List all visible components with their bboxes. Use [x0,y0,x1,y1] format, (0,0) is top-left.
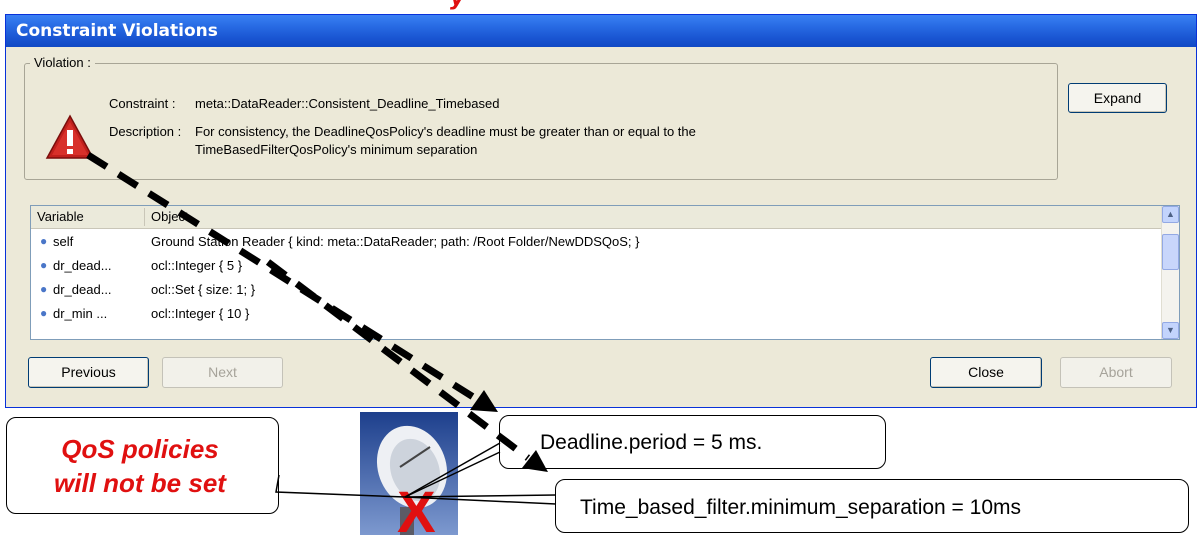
bullet-icon: ● [40,234,48,248]
row-object: ocl::Integer { 10 } [151,306,250,321]
description-line-2: TimeBasedFilterQosPolicy's minimum separ… [195,142,478,157]
warning-icon [45,114,95,159]
constraint-value: meta::DataReader::Consistent_Deadline_Ti… [195,96,500,111]
row-object: Ground Station Reader { kind: meta::Data… [151,234,640,249]
list-row[interactable]: ● self Ground Station Reader { kind: met… [31,230,1162,254]
violation-group [24,63,1058,180]
qos-callout-line-1: QoS policies [61,434,219,464]
row-object: ocl::Set { size: 1; } [151,282,256,297]
abort-button[interactable]: Abort [1060,357,1172,388]
variable-list[interactable]: Variable Object ● self Ground Station Re… [30,205,1180,340]
description-label: Description : [109,124,182,139]
top-cut-text: y [450,0,464,11]
list-row[interactable]: ● dr_min ... ocl::Integer { 10 } [31,302,1162,326]
row-variable: self [53,234,74,249]
description-line-1: For consistency, the DeadlineQosPolicy's… [195,124,696,139]
row-variable: dr_dead... [53,282,112,297]
scroll-down-icon[interactable]: ▼ [1162,322,1179,339]
dialog-title[interactable]: Constraint Violations [6,15,1196,47]
qos-callout-text: QoS policies will not be set [5,432,275,500]
constraint-label: Constraint : [109,96,176,111]
bullet-icon: ● [40,282,48,296]
list-row[interactable]: ● dr_dead... ocl::Integer { 5 } [31,254,1162,278]
x-mark-icon: X [397,480,436,535]
vertical-scrollbar[interactable]: ▲ ▼ [1161,206,1179,339]
previous-button[interactable]: Previous [28,357,149,388]
row-variable: dr_min ... [53,306,108,321]
column-divider[interactable] [144,208,145,226]
next-button[interactable]: Next [162,357,283,388]
bullet-icon: ● [40,258,48,272]
list-header: Variable Object [31,206,1162,229]
time-based-callout-text: Time_based_filter.minimum_separation = 1… [580,496,1022,519]
bullet-icon: ● [40,306,48,320]
list-row[interactable]: ● dr_dead... ocl::Set { size: 1; } [31,278,1162,302]
deadline-callout-text: Deadline.period = 5 ms. [540,431,763,454]
column-object[interactable]: Object [151,209,189,224]
qos-callout-line-2: will not be set [54,468,226,498]
column-variable[interactable]: Variable [37,209,84,224]
scroll-up-icon[interactable]: ▲ [1162,206,1179,223]
scroll-thumb[interactable] [1162,234,1179,270]
violation-group-label: Violation : [30,55,95,70]
row-object: ocl::Integer { 5 } [151,258,243,273]
satellite-dish-image: X [360,412,458,535]
row-variable: dr_dead... [53,258,112,273]
expand-button[interactable]: Expand [1068,83,1167,113]
close-button[interactable]: Close [930,357,1042,388]
